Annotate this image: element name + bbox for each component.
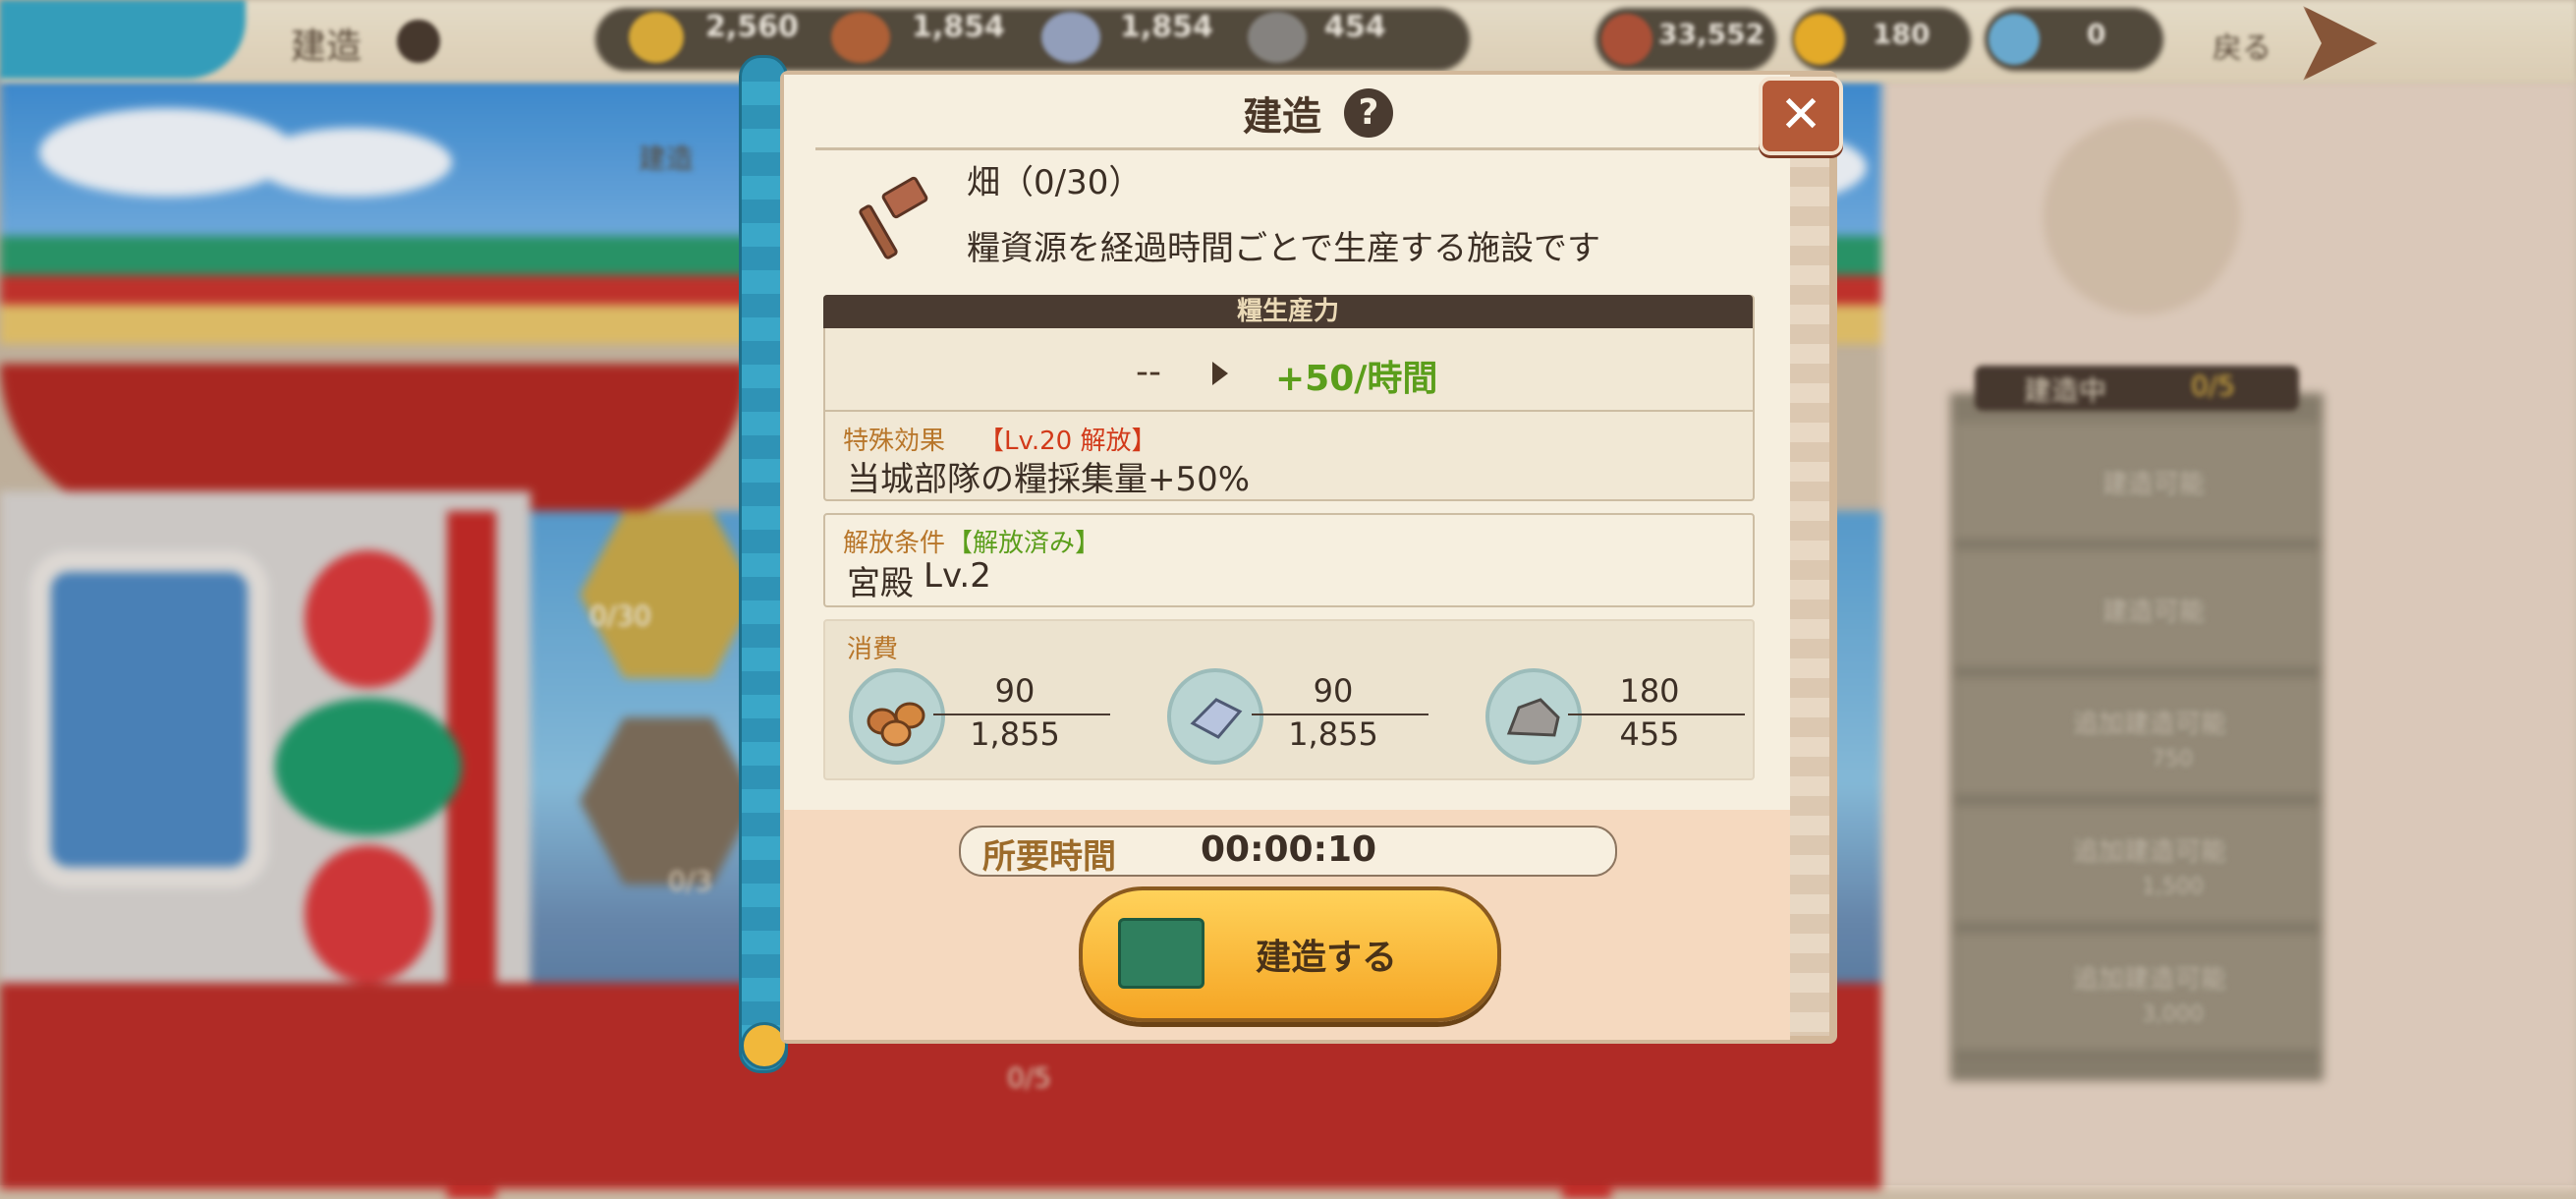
- wood-icon: [849, 668, 945, 765]
- stone-icon: [1485, 668, 1582, 765]
- close-button[interactable]: ✕: [1759, 77, 1843, 155]
- wood-cost: 90: [994, 672, 1036, 710]
- build-button-label[interactable]: 建造する: [1256, 929, 1397, 980]
- building-description: 糧資源を経過時間ごとで生産する施設です: [967, 229, 1600, 268]
- time-label: 所要時間: [982, 837, 1116, 877]
- help-icon[interactable]: ?: [1344, 88, 1393, 138]
- production-divider: [823, 410, 1753, 412]
- title-divider: [815, 147, 1759, 150]
- iron-icon: [1167, 668, 1263, 765]
- stone-cost: 180: [1619, 672, 1680, 710]
- iron-cost: 90: [1313, 672, 1354, 710]
- production-next: +50/時間: [1275, 359, 1438, 399]
- time-value: 00:00:10: [1201, 829, 1377, 870]
- dialog-title: 建造: [1243, 94, 1321, 140]
- castle-icon: [1118, 918, 1204, 989]
- unlock-level: Lv.2: [924, 556, 991, 596]
- unlock-building: 宮殿: [847, 564, 914, 603]
- special-text: 当城部隊の糧採集量+50%: [847, 460, 1251, 499]
- unlock-label: 解放条件: [843, 529, 946, 558]
- production-current: --: [1136, 352, 1161, 392]
- cost-label: 消費: [847, 635, 899, 664]
- dialog-scroll-track: [1790, 147, 1829, 1036]
- iron-owned: 1,855: [1288, 715, 1378, 753]
- hammer-icon: [859, 176, 928, 259]
- arrow-right-icon: [1212, 362, 1228, 385]
- unlock-status: 【解放済み】: [947, 529, 1101, 558]
- wood-owned: 1,855: [970, 715, 1060, 753]
- building-name: 畑（0/30）: [967, 163, 1143, 202]
- production-header: 糧生産力: [823, 295, 1753, 328]
- stone-owned: 455: [1619, 715, 1680, 753]
